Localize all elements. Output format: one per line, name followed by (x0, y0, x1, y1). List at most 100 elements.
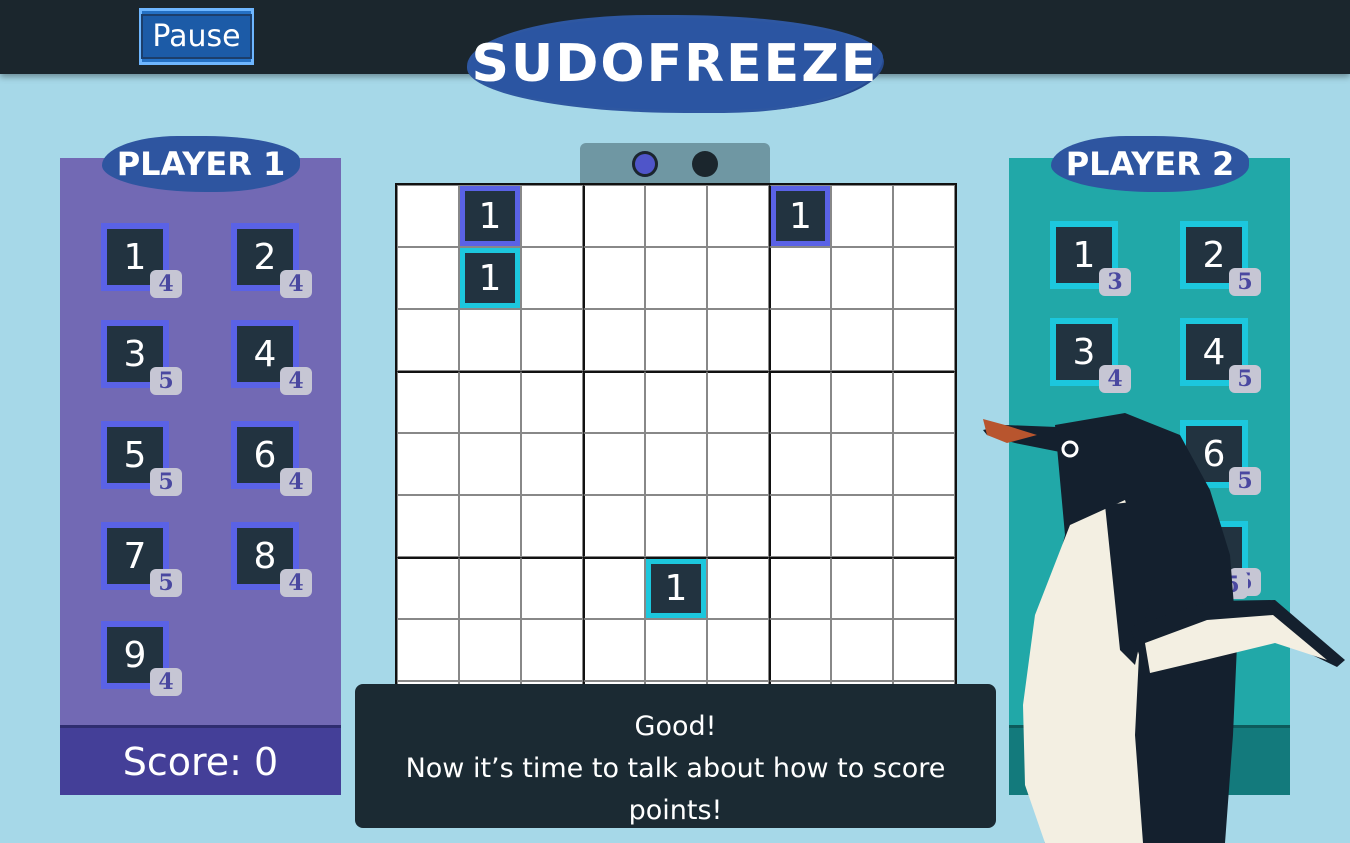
board-cell[interactable] (521, 185, 583, 247)
board-cell[interactable] (831, 309, 893, 371)
board-cell[interactable] (831, 495, 893, 557)
board-cell[interactable] (831, 619, 893, 681)
board-cell[interactable] (893, 557, 955, 619)
tile-number: 4 (253, 333, 277, 375)
board-cell[interactable] (521, 495, 583, 557)
tile-number: 2 (1202, 234, 1226, 276)
dialog-line-1: Good! (634, 711, 717, 742)
board-cell[interactable] (397, 557, 459, 619)
board-cell[interactable] (769, 433, 831, 495)
board-cell[interactable]: 1 (769, 185, 831, 247)
tutorial-dialog[interactable]: Good! Now it’s time to talk about how to… (355, 684, 996, 828)
placed-tile-player1: 1 (460, 186, 520, 246)
board-cell[interactable] (583, 185, 645, 247)
player1-score: Score: 0 (60, 725, 341, 795)
player1-title: PLAYER 1 (102, 136, 300, 192)
pause-label: Pause (141, 14, 252, 59)
tile-number: 6 (253, 434, 277, 476)
board-cell[interactable] (459, 619, 521, 681)
board-cell[interactable] (459, 495, 521, 557)
tile-number: 1 (123, 236, 147, 278)
board-cell[interactable] (397, 619, 459, 681)
board-cell[interactable] (521, 309, 583, 371)
board-cell[interactable] (893, 371, 955, 433)
board-cell[interactable] (707, 557, 769, 619)
board-cell[interactable] (459, 433, 521, 495)
board-cell[interactable] (521, 247, 583, 309)
player1-panel: PLAYER 1 142435445564758494 Score: 0 (60, 136, 341, 795)
board-cell[interactable] (831, 185, 893, 247)
board-cell[interactable]: 1 (459, 185, 521, 247)
board-cell[interactable] (831, 433, 893, 495)
game-logo: SUDOFREEZE (470, 18, 880, 110)
board-cell[interactable] (769, 371, 831, 433)
board-cell[interactable] (893, 619, 955, 681)
board-cell[interactable] (397, 309, 459, 371)
tile-number: 1 (1072, 234, 1096, 276)
board-cell[interactable] (521, 371, 583, 433)
board-cell[interactable] (583, 557, 645, 619)
board-cell[interactable] (893, 185, 955, 247)
tile-number: 9 (123, 634, 147, 676)
board-cell[interactable] (707, 495, 769, 557)
board-cell[interactable] (583, 247, 645, 309)
board-cell[interactable] (583, 371, 645, 433)
board-cell[interactable] (583, 433, 645, 495)
board-cell[interactable] (645, 433, 707, 495)
board-cell[interactable] (831, 371, 893, 433)
board-cell[interactable] (397, 495, 459, 557)
board-cell[interactable] (645, 185, 707, 247)
board-cell[interactable] (459, 309, 521, 371)
board-cell[interactable] (583, 495, 645, 557)
board-cell[interactable] (769, 495, 831, 557)
board-cell[interactable] (707, 185, 769, 247)
board-cell[interactable] (583, 309, 645, 371)
board-cell[interactable] (397, 185, 459, 247)
player1-turn-dot (632, 151, 658, 177)
board-cell[interactable] (521, 433, 583, 495)
board-cell[interactable] (769, 309, 831, 371)
placed-tile-player2: 1 (460, 248, 520, 308)
board-cell[interactable] (397, 371, 459, 433)
board-cell[interactable] (707, 247, 769, 309)
board-cell[interactable] (707, 371, 769, 433)
board-cell[interactable] (893, 433, 955, 495)
board-cell[interactable] (769, 619, 831, 681)
pause-button[interactable]: Pause (139, 8, 254, 65)
board-cell[interactable] (893, 495, 955, 557)
board-cell[interactable] (459, 371, 521, 433)
board-cell[interactable] (893, 309, 955, 371)
player2-tile-2-count: 5 (1229, 268, 1261, 296)
board-cell[interactable] (769, 557, 831, 619)
board-cell[interactable] (645, 495, 707, 557)
board-cell[interactable] (521, 557, 583, 619)
tile-number: 8 (253, 535, 277, 577)
board-cell[interactable] (459, 557, 521, 619)
board-cell[interactable]: 1 (459, 247, 521, 309)
board-cell[interactable] (707, 433, 769, 495)
board-cell[interactable] (397, 247, 459, 309)
board-cell[interactable] (645, 619, 707, 681)
board-cell[interactable] (521, 619, 583, 681)
board-cell[interactable] (707, 619, 769, 681)
tile-number: 4 (1202, 331, 1226, 373)
board-cell[interactable] (893, 247, 955, 309)
board-cell[interactable] (397, 433, 459, 495)
board-cell[interactable] (831, 247, 893, 309)
board-cell[interactable] (645, 247, 707, 309)
board-cell[interactable] (645, 371, 707, 433)
player1-tile-7-count: 5 (150, 569, 182, 597)
board-cell[interactable] (831, 557, 893, 619)
board-cell[interactable] (769, 247, 831, 309)
player2-tile-4-count: 5 (1229, 365, 1261, 393)
tile-number: 3 (1072, 331, 1096, 373)
sudoku-board: 1111 (395, 183, 957, 745)
board-cell[interactable] (707, 309, 769, 371)
board-cell[interactable] (645, 309, 707, 371)
board-cell[interactable] (583, 619, 645, 681)
player2-tile-3-count: 4 (1099, 365, 1131, 393)
board-cell[interactable]: 1 (645, 557, 707, 619)
player2-turn-dot (692, 151, 718, 177)
tile-number: 7 (123, 535, 147, 577)
tile-number: 5 (123, 434, 147, 476)
